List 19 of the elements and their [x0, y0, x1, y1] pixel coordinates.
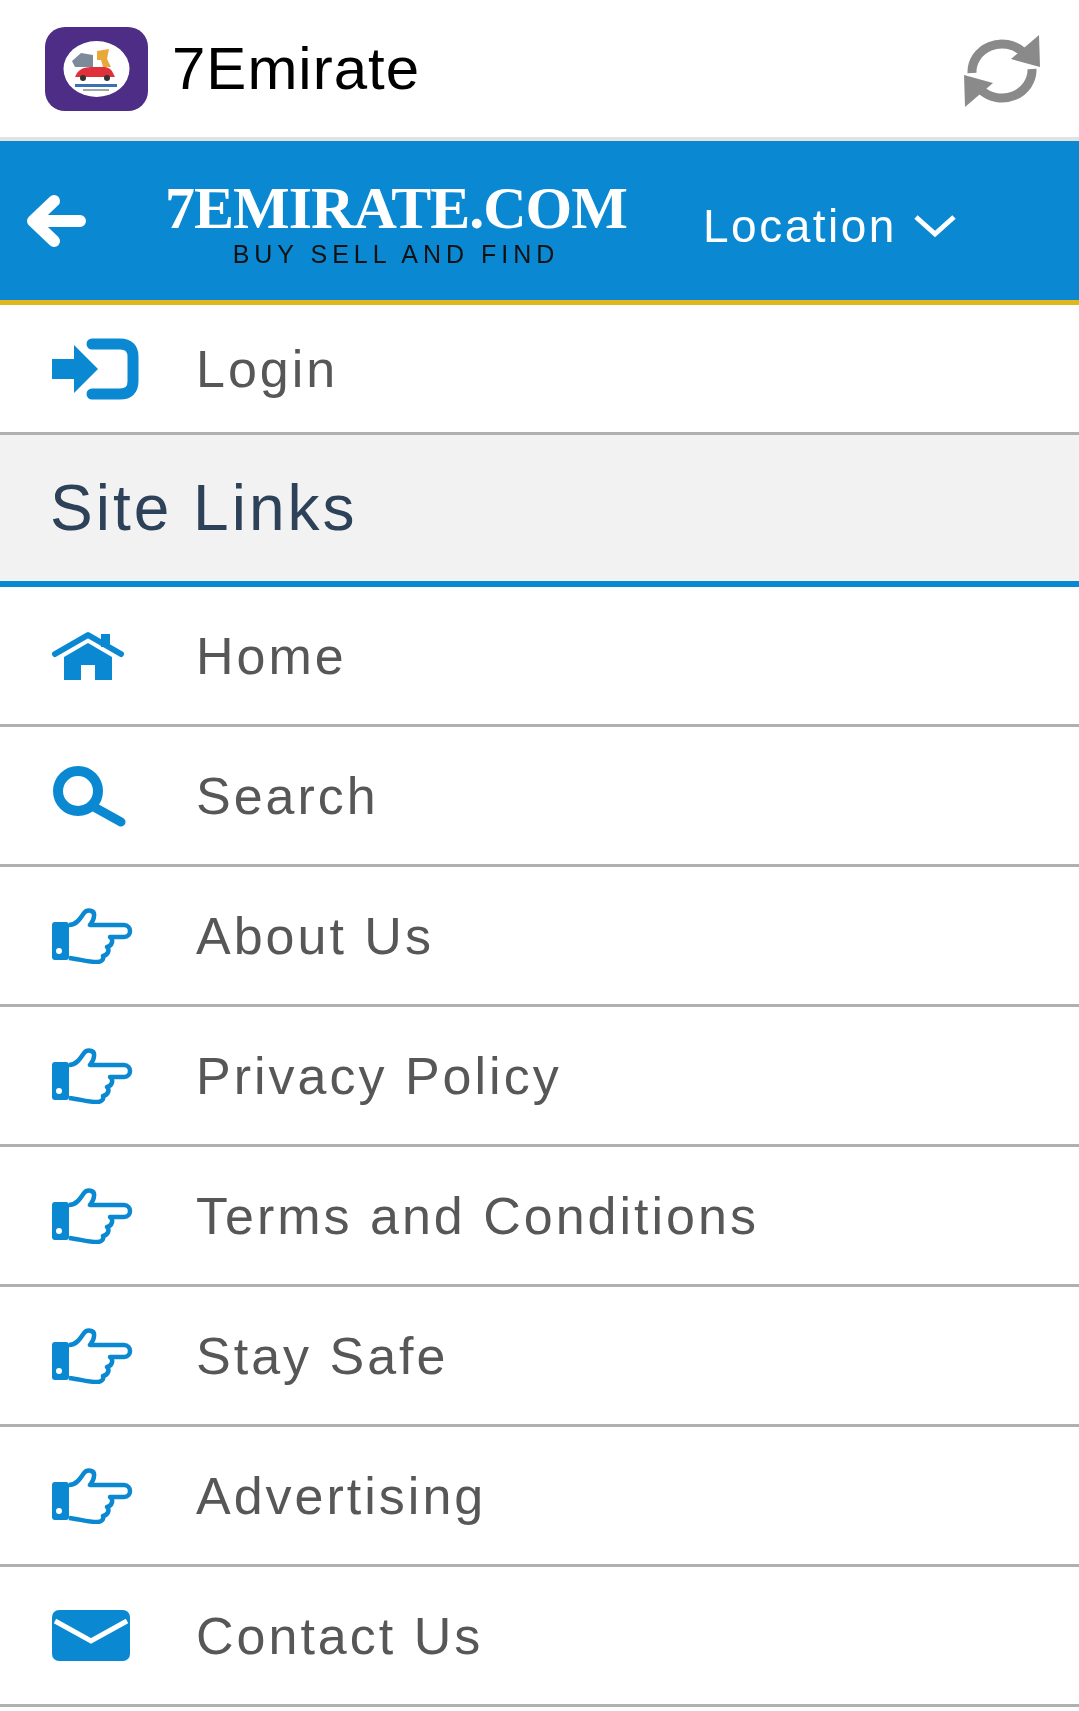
location-dropdown[interactable]: Location	[703, 202, 957, 249]
search-icon	[52, 764, 127, 827]
pointing-hand-icon	[52, 1047, 134, 1104]
back-button[interactable]	[25, 193, 87, 248]
home-icon	[52, 630, 124, 681]
sign-in-icon	[52, 337, 140, 400]
pointing-hand-icon	[52, 1467, 134, 1524]
envelope-icon	[52, 1610, 130, 1661]
refresh-icon[interactable]	[961, 34, 1043, 107]
logo-tagline: BUY SELL AND FIND	[232, 242, 560, 267]
pointing-hand-icon	[52, 907, 134, 964]
back-arrow-icon	[25, 193, 87, 248]
app-title: 7Emirate	[172, 38, 421, 99]
logo-wordmark: 7EMIRATE.COM	[165, 182, 627, 234]
chevron-down-icon	[912, 213, 957, 238]
section-heading: Site Links	[0, 432, 1079, 587]
pointing-hand-icon	[52, 1327, 134, 1384]
app-icon	[45, 26, 148, 111]
pointing-hand-icon	[52, 1187, 134, 1244]
